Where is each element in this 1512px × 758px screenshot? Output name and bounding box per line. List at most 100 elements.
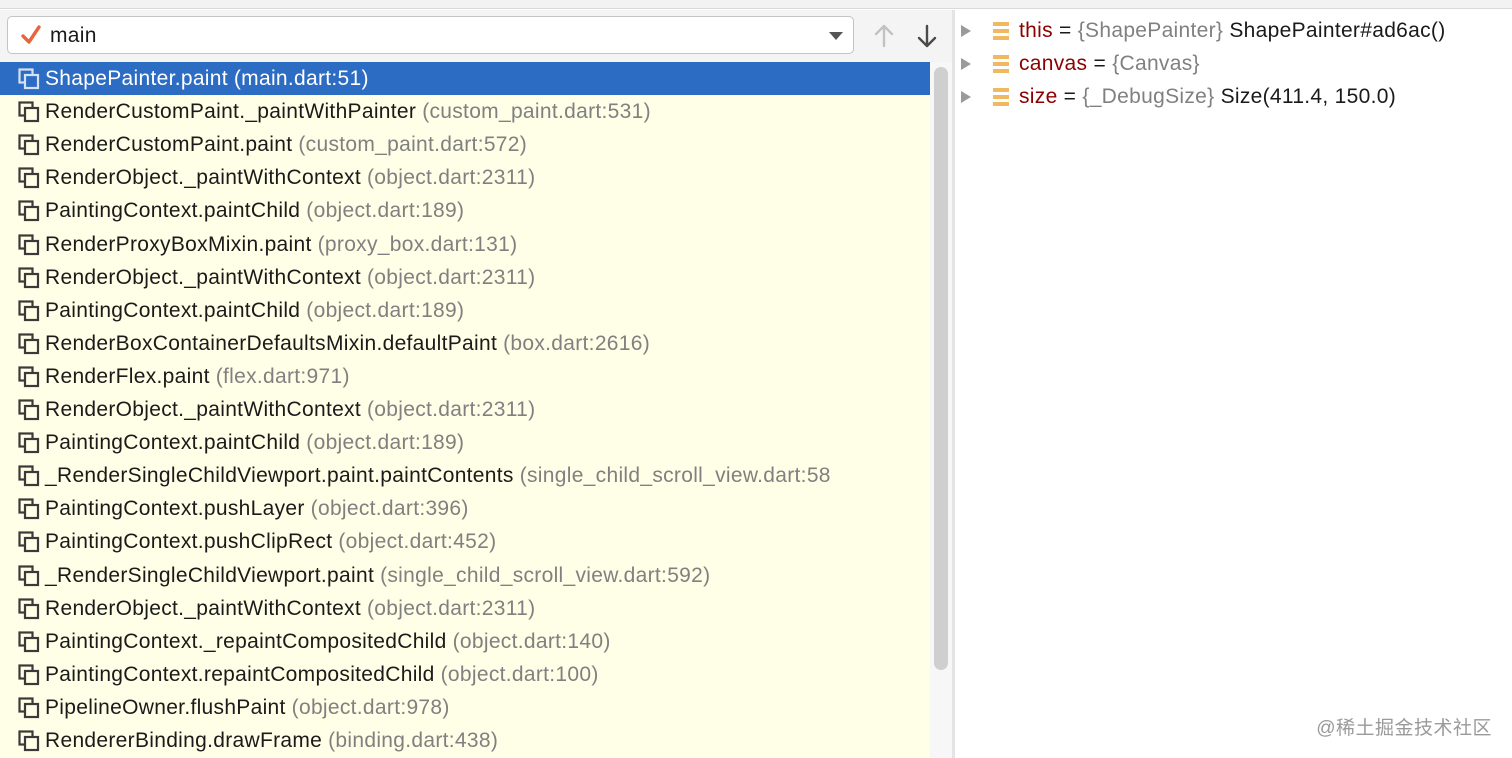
frame-row[interactable]: RenderFlex.paint (flex.dart:971) (0, 360, 930, 393)
variable-value: Size(411.4, 150.0) (1214, 85, 1397, 108)
frame-row[interactable]: RenderBoxContainerDefaultsMixin.defaultP… (0, 327, 930, 360)
frame-row[interactable]: _RenderSingleChildViewport.paint (single_… (0, 559, 930, 592)
frames-list[interactable]: ShapePainter.paint (main.dart:51) RenderCu… (0, 62, 930, 758)
frame-location: (object.dart:2311) (367, 398, 536, 421)
frame-row[interactable]: RendererBinding.drawFrame (binding.dart:4… (0, 724, 930, 757)
frame-text: ShapePainter.paint (main.dart:51) (45, 66, 369, 92)
frame-method: PaintingContext.paintChild (45, 199, 301, 223)
thread-selector[interactable]: main (7, 16, 854, 54)
frame-row[interactable]: RenderCustomPaint.paint (custom_paint.dar… (0, 128, 930, 161)
stack-frame-icon (18, 68, 40, 90)
frame-row[interactable]: RenderCustomPaint._paintWithPainter (cust… (0, 95, 930, 128)
chevron-down-icon[interactable] (827, 28, 845, 44)
thread-selector-value: main (50, 24, 97, 47)
scrollbar-thumb[interactable] (934, 67, 948, 670)
variable-text: size = {_DebugSize} Size(411.4, 150.0) (1019, 84, 1396, 110)
frame-location: (proxy_box.dart:131) (317, 232, 518, 256)
stack-frame-icon (18, 101, 40, 123)
stack-frame-icon (18, 730, 40, 752)
frame-row[interactable]: PipelineOwner.flushPaint (object.dart:978… (0, 691, 930, 724)
frame-location: (single_child_scroll_view.dart:58 (519, 464, 831, 488)
frame-text: PipelineOwner.flushPaint (object.dart:978… (45, 695, 450, 721)
frame-row[interactable]: PaintingContext.paintChild (object.dart:1… (0, 426, 930, 459)
expand-arrow-icon[interactable] (960, 57, 972, 71)
frame-location: (object.dart:189) (306, 431, 465, 455)
frame-row[interactable]: _RenderSingleChildViewport.paint.paintCo… (0, 459, 930, 492)
frame-row[interactable]: ShapePainter.paint (main.dart:51) (0, 62, 930, 95)
expand-arrow-icon[interactable] (960, 24, 972, 38)
frame-location: (object.dart:140) (452, 629, 611, 653)
frame-row[interactable]: PaintingContext.repaintCompositedChild (o… (0, 658, 930, 691)
frame-location: (object.dart:396) (310, 497, 469, 521)
frame-method: RenderObject._paintWithContext (45, 398, 361, 421)
frame-location: (object.dart:978) (291, 695, 450, 719)
frame-location: (main.dart:51) (233, 67, 369, 90)
frame-row[interactable]: PaintingContext._repaintCompositedChild(… (0, 625, 930, 658)
expand-arrow-icon[interactable] (960, 90, 972, 104)
frame-method: RenderCustomPaint._paintWithPainter (45, 100, 417, 124)
check-icon (21, 25, 41, 44)
stack-frame-icon (18, 664, 40, 685)
stack-frame-icon (18, 333, 40, 354)
frames-scrollbar[interactable] (930, 62, 952, 758)
variable-name: size (1019, 85, 1058, 108)
frame-method: _RenderSingleChildViewport.paint.paintCo… (45, 464, 514, 488)
frame-location: (flex.dart:971) (215, 364, 350, 388)
frame-text: PaintingContext.repaintCompositedChild (o… (45, 662, 599, 688)
frame-text: RenderObject._paintWithContext (object.da… (45, 596, 535, 622)
frame-method: PaintingContext.pushClipRect (45, 530, 333, 554)
frame-row[interactable]: RenderObject._paintWithContext (object.da… (0, 261, 930, 294)
frame-method: RenderObject._paintWithContext (45, 166, 361, 190)
stack-frame-icon (18, 597, 40, 619)
variable-row-this[interactable]: this = {ShapePainter} ShapePainter#ad6ac… (955, 15, 1512, 48)
frame-row[interactable]: RenderObject._paintWithContext (object.da… (0, 592, 930, 625)
frame-text: RenderBoxContainerDefaultsMixin.defaultP… (45, 331, 650, 357)
stack-frame-icon (18, 531, 40, 553)
frame-row[interactable]: RenderObject._paintWithContext (object.da… (0, 393, 930, 426)
frame-text: RenderObject._paintWithContext (object.da… (45, 165, 535, 191)
arrow-down-icon[interactable] (912, 20, 942, 52)
frame-row[interactable]: PaintingContext.pushLayer (object.dart:39… (0, 492, 930, 525)
stack-frame-icon (18, 432, 40, 454)
variable-row-size[interactable]: size = {_DebugSize} Size(411.4, 150.0) (955, 81, 1512, 114)
field-icon (993, 22, 1009, 40)
frame-row[interactable]: RenderObject._paintWithContext (object.da… (0, 161, 930, 194)
variable-equals: = (1087, 52, 1113, 75)
frame-text: PaintingContext.paintChild (object.dart:1… (45, 298, 464, 324)
frame-row[interactable]: RenderProxyBoxMixin.paint (proxy_box.dart… (0, 228, 930, 261)
stack-frame-icon (18, 233, 40, 255)
frame-method: PipelineOwner.flushPaint (45, 695, 286, 719)
frame-text: RenderCustomPaint._paintWithPainter (cust… (45, 99, 651, 125)
watermark: @稀土掘金技术社区 (1316, 718, 1492, 739)
frame-location: (box.dart:2616) (503, 331, 651, 355)
variable-type: {ShapePainter} (1077, 19, 1224, 42)
frame-location: (custom_paint.dart:531) (422, 100, 651, 124)
stack-frame-icon (18, 697, 40, 718)
variable-equals: = (1052, 19, 1078, 42)
field-icon (993, 55, 1009, 73)
frame-location: (object.dart:189) (306, 298, 465, 322)
frame-row[interactable]: PaintingContext.paintChild (object.dart:1… (0, 294, 930, 327)
stack-frame-icon (18, 134, 40, 156)
frame-row[interactable]: PaintingContext.paintChild (object.dart:1… (0, 194, 930, 227)
stack-frame-icon (18, 366, 40, 387)
stack-frame-icon (18, 167, 40, 189)
arrow-up-icon[interactable] (869, 20, 899, 52)
field-icon (993, 88, 1009, 106)
stack-frame-icon (18, 465, 40, 487)
variable-equals: = (1057, 85, 1083, 108)
frame-method: RenderProxyBoxMixin.paint (45, 232, 312, 256)
frame-row[interactable]: PaintingContext.pushClipRect (object.dart… (0, 525, 930, 558)
frame-location: (object.dart:100) (440, 662, 599, 686)
frame-method: PaintingContext.repaintCompositedChild (45, 662, 435, 686)
frame-location: (object.dart:452) (338, 530, 497, 554)
frame-text: RenderFlex.paint (flex.dart:971) (45, 364, 350, 390)
frame-text: _RenderSingleChildViewport.paint (single_… (45, 563, 710, 589)
frame-method: RenderObject._paintWithContext (45, 265, 361, 289)
frame-method: RenderFlex.paint (45, 364, 210, 388)
frame-location: (single_child_scroll_view.dart:592) (380, 563, 711, 587)
variable-row-canvas[interactable]: canvas = {Canvas} (955, 48, 1512, 81)
frame-text: RenderProxyBoxMixin.paint (proxy_box.dart… (45, 232, 517, 258)
stack-frame-icon (18, 200, 40, 222)
variable-name: this (1019, 19, 1053, 42)
